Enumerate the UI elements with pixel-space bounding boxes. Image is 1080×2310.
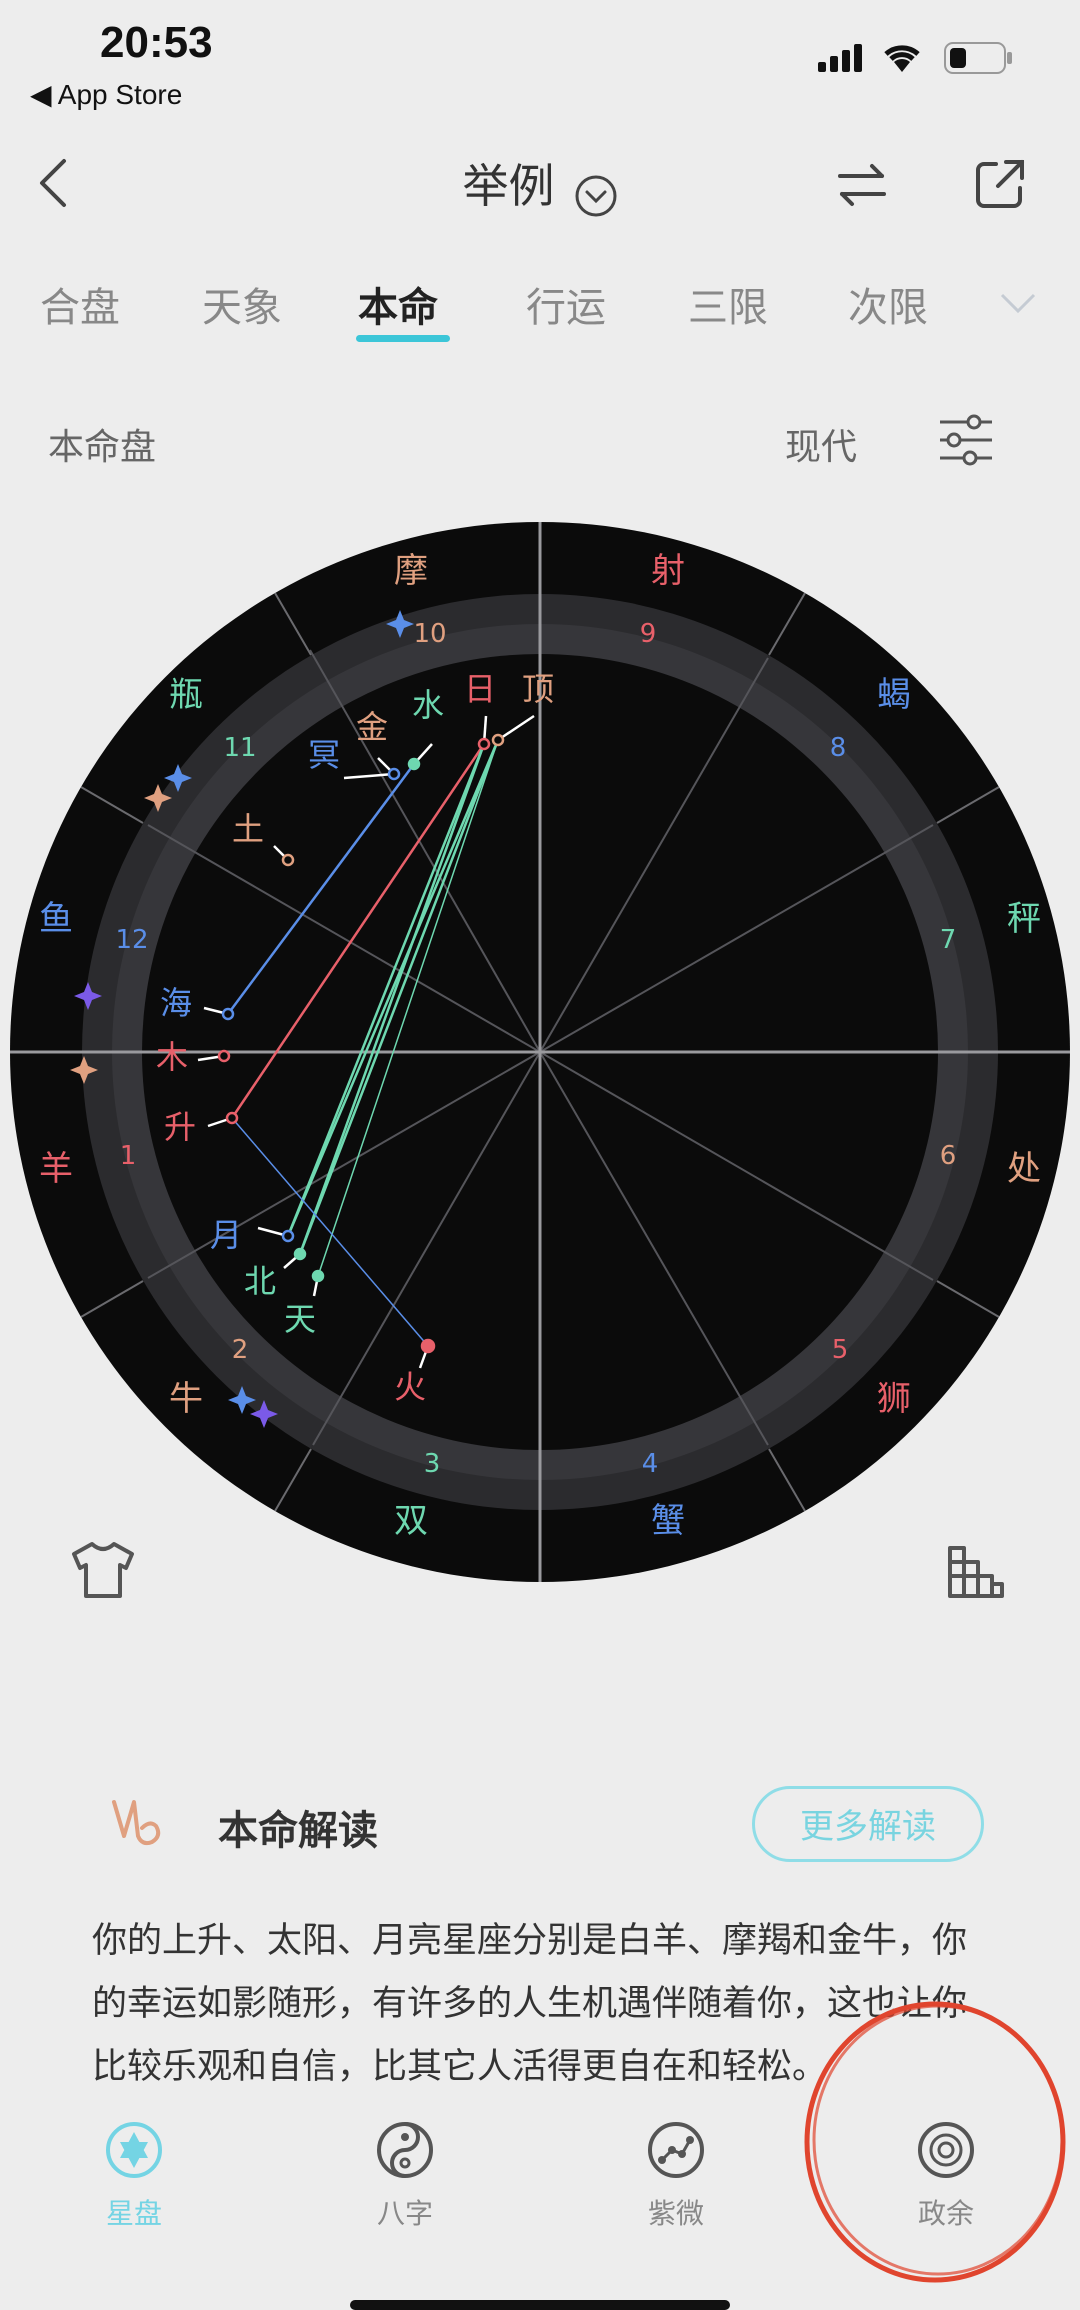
house-9-label: 9 — [640, 619, 657, 649]
sliders-icon — [940, 414, 992, 466]
mode-selector[interactable]: 现代 — [785, 418, 857, 470]
house-8-label: 8 — [830, 733, 847, 763]
house-2-label: 2 — [232, 1335, 249, 1365]
nav-label: 紫微 — [647, 2197, 704, 2230]
active-tab-indicator — [356, 335, 450, 342]
planet-neptune[interactable]: 海 — [160, 984, 192, 1022]
sign-capricorn[interactable]: 摩 — [394, 551, 428, 591]
tshirt-icon — [72, 1542, 134, 1598]
tab-natal[interactable]: 本命 — [358, 275, 438, 333]
capricorn-glyph-icon — [108, 1792, 168, 1856]
house-4-label: 4 — [642, 1449, 659, 1479]
share-button[interactable] — [972, 156, 1028, 216]
swap-button[interactable] — [836, 160, 888, 214]
tab-transit[interactable]: 行运 — [526, 275, 606, 333]
sign-cancer[interactable]: 蟹 — [651, 1501, 685, 1541]
chevron-down-circle-icon — [574, 174, 618, 222]
more-readings-button[interactable]: 更多解读 — [752, 1786, 984, 1862]
back-app-label: App Store — [57, 79, 183, 110]
nav-bazi[interactable]: 八字 — [305, 2120, 505, 2232]
planet-moon[interactable]: 月 — [210, 1216, 242, 1254]
tab-synastry[interactable]: 合盘 — [40, 275, 120, 333]
nav-label: 星盘 — [105, 2197, 162, 2230]
tab-sky[interactable]: 天象 — [202, 275, 282, 333]
home-indicator — [350, 2300, 730, 2310]
planet-venus[interactable]: 金 — [356, 708, 388, 746]
natal-chart-wheel[interactable]: 羊 牛 双 蟹 狮 处 秤 蝎 射 摩 瓶 鱼 1 2 3 4 5 6 7 8 … — [8, 520, 1072, 1584]
sign-gemini[interactable]: 双 — [394, 1501, 428, 1541]
star-of-david-icon — [106, 2122, 162, 2178]
planet-mars[interactable]: 火 — [394, 1368, 426, 1406]
house-12-label: 12 — [115, 925, 148, 955]
page-title: 举例 — [462, 159, 555, 213]
settings-sliders-button[interactable] — [936, 412, 996, 472]
share-external-icon — [976, 160, 1024, 208]
yin-yang-icon — [377, 2122, 433, 2178]
planet-sun[interactable]: 日 — [464, 670, 496, 708]
cellular-signal-icon — [818, 42, 866, 78]
planet-midheaven[interactable]: 顶 — [522, 670, 554, 708]
battery-icon — [944, 42, 1014, 78]
stairs-chart-icon — [948, 1546, 1004, 1598]
planet-jupiter[interactable]: 木 — [156, 1038, 188, 1076]
sign-leo[interactable]: 狮 — [877, 1379, 911, 1419]
sign-scorpio[interactable]: 蝎 — [877, 675, 911, 715]
house-5-label: 5 — [832, 1335, 849, 1365]
wifi-icon — [880, 40, 924, 78]
sign-sagittarius[interactable]: 射 — [651, 551, 685, 591]
reading-title: 本命解读 — [218, 1808, 378, 1854]
planet-pluto[interactable]: 冥 — [308, 736, 340, 774]
sign-taurus[interactable]: 牛 — [169, 1379, 203, 1419]
title-dropdown[interactable]: 举例 — [0, 150, 1080, 222]
section-title: 本命盘 — [48, 427, 157, 468]
theme-shirt-button[interactable] — [70, 1540, 136, 1604]
red-circle-annotation — [804, 2001, 1066, 2283]
back-to-app-store[interactable]: ◀ App Store — [30, 78, 182, 111]
sign-libra[interactable]: 秤 — [1007, 899, 1041, 939]
house-11-label: 11 — [223, 733, 256, 763]
house-10-label: 10 — [413, 619, 446, 649]
house-3-label: 3 — [424, 1449, 441, 1479]
tabs-expand-chevron-icon[interactable] — [998, 289, 1038, 323]
planet-uranus[interactable]: 天 — [284, 1300, 316, 1338]
sign-virgo[interactable]: 处 — [1007, 1149, 1041, 1189]
nav-ziwei[interactable]: 紫微 — [576, 2120, 776, 2232]
ascendant[interactable]: 升 — [164, 1108, 196, 1146]
tab-tertiary[interactable]: 三限 — [688, 275, 768, 333]
nav-astrolabe[interactable]: 星盘 — [34, 2120, 234, 2232]
constellation-icon — [648, 2122, 704, 2178]
house-1-label: 1 — [120, 1141, 137, 1171]
tab-bar: 合盘 天象 本命 行运 三限 次限 — [0, 275, 1080, 355]
sign-pisces[interactable]: 鱼 — [39, 899, 73, 939]
reading-text-line: 你的上升、太阳、月亮星座分别是白羊、摩羯和金牛，你 — [92, 1921, 968, 1961]
nav-label: 八字 — [376, 2197, 433, 2230]
sign-aquarius[interactable]: 瓶 — [169, 675, 203, 715]
status-time: 20:53 — [100, 18, 213, 67]
house-6-label: 6 — [940, 1141, 957, 1171]
statistics-button[interactable] — [946, 1544, 1006, 1604]
tab-progression[interactable]: 次限 — [848, 275, 928, 333]
planet-saturn[interactable]: 土 — [232, 810, 264, 848]
sign-aries[interactable]: 羊 — [39, 1149, 73, 1189]
planet-mercury[interactable]: 水 — [412, 686, 444, 724]
swap-arrows-icon — [838, 164, 886, 206]
reading-text-line: 比较乐观和自信，比其它人活得更自在和轻松。 — [92, 2047, 828, 2087]
north-node[interactable]: 北 — [244, 1262, 276, 1300]
house-7-label: 7 — [940, 925, 957, 955]
